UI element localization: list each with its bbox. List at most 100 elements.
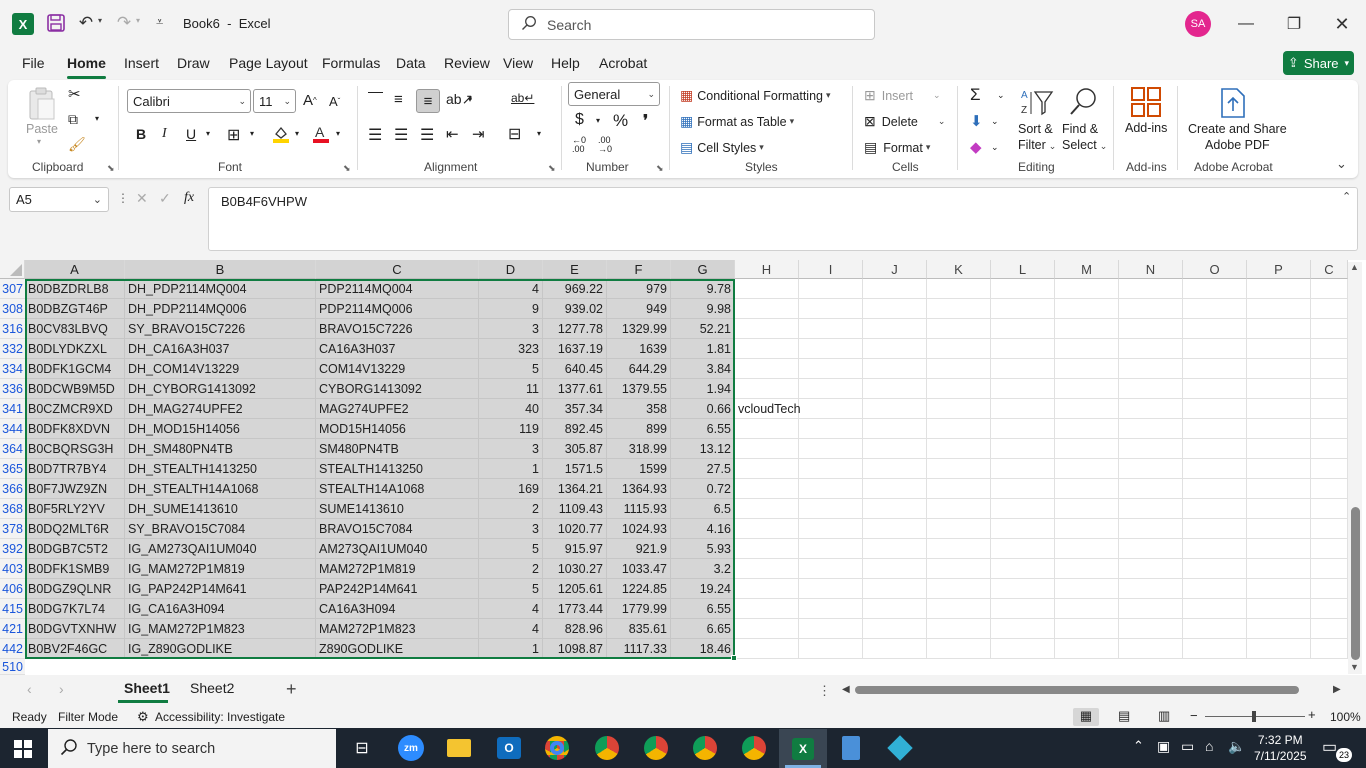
cell-c[interactable]: PAP242P14M641 [316, 579, 479, 599]
cell-empty[interactable] [1119, 559, 1183, 579]
cell-empty[interactable] [1247, 279, 1311, 299]
sheet-tab-active[interactable]: Sheet1 [124, 680, 170, 696]
cell-empty[interactable] [1247, 359, 1311, 379]
cell-d[interactable]: 9 [479, 299, 543, 319]
align-bottom-icon[interactable]: ≡ [416, 89, 440, 113]
cell-g[interactable]: 9.78 [671, 279, 735, 299]
cell-empty[interactable] [927, 479, 991, 499]
redo-dropdown-icon[interactable]: ▾ [136, 16, 140, 25]
alignment-launcher-icon[interactable]: ⬊ [548, 163, 556, 174]
decrease-font-icon[interactable]: Aˇ [329, 94, 340, 109]
cell-f[interactable]: 1224.85 [607, 579, 671, 599]
cell-empty[interactable] [991, 419, 1055, 439]
clear-dropdown-icon[interactable]: ⌄ [991, 142, 999, 153]
outlook-icon[interactable]: O [492, 732, 526, 764]
row-header[interactable]: 336 [0, 379, 25, 399]
cell-empty[interactable] [863, 599, 927, 619]
cell-empty[interactable] [799, 279, 863, 299]
next-sheet-icon[interactable]: › [59, 681, 64, 697]
tab-page-layout[interactable]: Page Layout [229, 55, 308, 71]
cell-a[interactable]: B0F5RLY2YV [25, 499, 125, 519]
formula-bar-menu-icon[interactable]: ⋮ [117, 191, 129, 205]
cell-g[interactable]: 3.84 [671, 359, 735, 379]
number-launcher-icon[interactable]: ⬊ [656, 163, 664, 174]
cell-c[interactable]: MAM272P1M823 [316, 619, 479, 639]
chrome-icon[interactable] [540, 732, 574, 764]
cell-empty[interactable] [927, 279, 991, 299]
cell-g[interactable]: 3.2 [671, 559, 735, 579]
row-header[interactable]: 415 [0, 599, 25, 619]
cell-g[interactable]: 0.72 [671, 479, 735, 499]
cell-c[interactable]: AM273QAI1UM040 [316, 539, 479, 559]
cell-empty[interactable] [927, 459, 991, 479]
sort-filter-button[interactable]: Sort & Filter ⌄ [1018, 121, 1056, 154]
cell-empty[interactable] [1247, 299, 1311, 319]
cell-empty[interactable] [927, 559, 991, 579]
cell-empty[interactable] [1247, 479, 1311, 499]
row-header[interactable]: 368 [0, 499, 25, 519]
cell-empty[interactable] [1311, 619, 1348, 639]
cell-empty[interactable] [799, 319, 863, 339]
cell-c[interactable]: BRAVO15C7084 [316, 519, 479, 539]
app-diamond-icon[interactable] [883, 732, 917, 764]
cell-empty[interactable] [1183, 399, 1247, 419]
cell-h[interactable] [735, 439, 799, 459]
align-left-icon[interactable]: ☰ [368, 125, 382, 145]
cell-empty[interactable] [863, 559, 927, 579]
cell-empty[interactable] [1311, 439, 1348, 459]
fill-icon[interactable]: ⬇ [970, 112, 983, 130]
cell-empty[interactable] [1183, 639, 1247, 659]
cell-empty[interactable] [1055, 519, 1119, 539]
cell-empty[interactable] [1183, 379, 1247, 399]
cell-empty[interactable] [927, 619, 991, 639]
cell-h[interactable] [735, 419, 799, 439]
borders-dropdown-icon[interactable]: ▾ [250, 129, 254, 138]
cell-d[interactable]: 4 [479, 279, 543, 299]
cell-empty[interactable] [1311, 419, 1348, 439]
cell-empty[interactable] [1055, 479, 1119, 499]
cell-a[interactable]: B0D7TR7BY4 [25, 459, 125, 479]
customize-qat-icon[interactable]: ⩡ [156, 14, 163, 30]
merge-dropdown-icon[interactable]: ▾ [537, 129, 541, 138]
cell-empty[interactable] [799, 399, 863, 419]
column-header[interactable]: H [735, 260, 799, 279]
cell-d[interactable]: 119 [479, 419, 543, 439]
underline-button[interactable]: U [186, 126, 196, 142]
font-color-dropdown-icon[interactable]: ▾ [336, 129, 340, 138]
cell-a[interactable]: B0DCWB9M5D [25, 379, 125, 399]
row-header[interactable]: 341 [0, 399, 25, 419]
clipboard-launcher-icon[interactable]: ⬊ [107, 163, 115, 174]
cell-empty[interactable] [863, 479, 927, 499]
cell-f[interactable]: 979 [607, 279, 671, 299]
windows-start-icon[interactable] [14, 740, 32, 758]
paste-dropdown-icon[interactable]: ▾ [37, 137, 41, 146]
cell-g[interactable]: 6.55 [671, 419, 735, 439]
tray-meet-icon[interactable]: ▣ [1157, 738, 1170, 755]
zoom-level[interactable]: 100% [1330, 710, 1361, 724]
cell-empty[interactable] [1119, 299, 1183, 319]
horizontal-scroll-thumb[interactable] [855, 686, 1299, 694]
cell-e[interactable]: 1773.44 [543, 599, 607, 619]
cell-empty[interactable] [1055, 399, 1119, 419]
page-layout-view-icon[interactable]: ▤ [1118, 708, 1130, 724]
cell-empty[interactable] [1055, 639, 1119, 659]
cell-c[interactable]: Z890GODLIKE [316, 639, 479, 659]
row-header[interactable]: 403 [0, 559, 25, 579]
cell-empty[interactable] [1247, 339, 1311, 359]
cell-empty[interactable] [863, 619, 927, 639]
scroll-right-icon[interactable]: ▶ [1333, 684, 1341, 695]
cell-empty[interactable] [927, 579, 991, 599]
row-header[interactable]: 365 [0, 459, 25, 479]
cell-e[interactable]: 1637.19 [543, 339, 607, 359]
cell-empty[interactable] [991, 599, 1055, 619]
cell-empty[interactable] [927, 519, 991, 539]
format-as-table-button[interactable]: ▦ Format as Table ▾ [680, 113, 794, 130]
cut-icon[interactable]: ✂ [68, 85, 81, 103]
row-header[interactable]: 510 [0, 659, 25, 675]
cell-empty[interactable] [1119, 399, 1183, 419]
cell-a[interactable]: B0DBZDRLB8 [25, 279, 125, 299]
cell-b[interactable]: DH_CA16A3H037 [125, 339, 316, 359]
taskbar-search-box[interactable]: Type here to search [48, 729, 336, 768]
cell-empty[interactable] [1247, 559, 1311, 579]
vertical-scroll-thumb[interactable] [1351, 507, 1360, 660]
